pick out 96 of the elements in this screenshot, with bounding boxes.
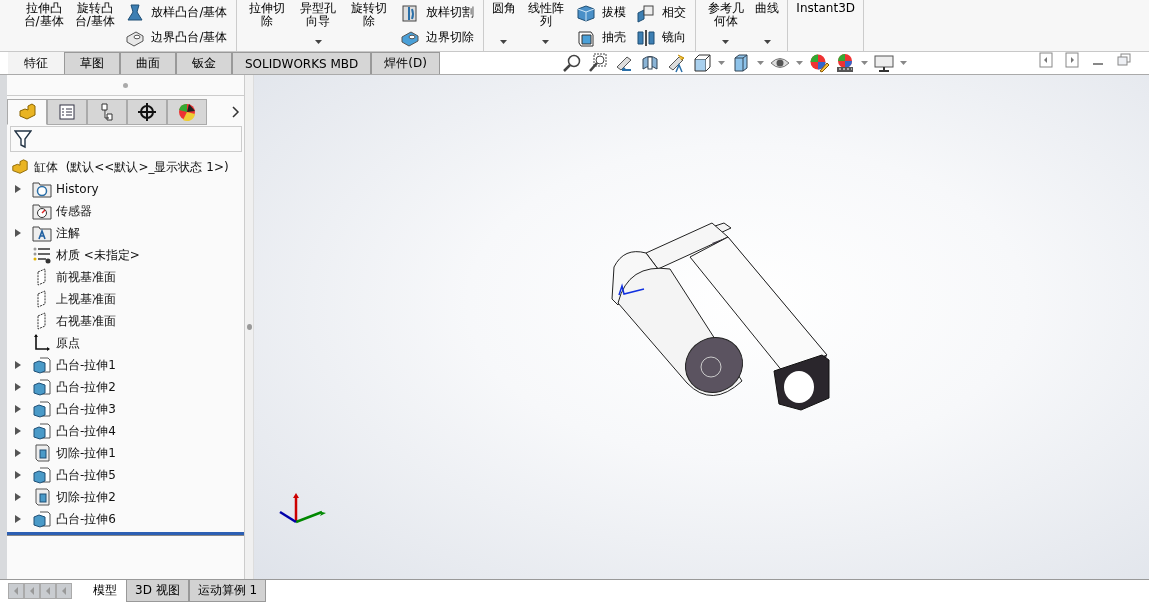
ribbon-button[interactable]: 抽壳 — [573, 25, 630, 50]
grip-handle[interactable] — [123, 82, 128, 88]
expand-arrow-icon[interactable] — [15, 185, 21, 193]
ribbon-button[interactable]: 相交 — [633, 0, 690, 25]
tab[interactable]: 运动算例 1 — [188, 580, 267, 602]
panel-icon — [17, 101, 37, 122]
cube-icon — [32, 421, 52, 441]
cube-icon — [32, 377, 52, 397]
cut-icon — [32, 487, 52, 507]
tree-item[interactable]: 注解 — [56, 224, 80, 242]
tab[interactable]: 特征 — [8, 52, 64, 74]
folder-gauge-icon — [32, 201, 52, 221]
caret-icon[interactable] — [860, 61, 868, 65]
tree-item[interactable]: 前视基准面 — [56, 268, 116, 286]
expand-arrow-icon[interactable] — [15, 471, 21, 479]
tab[interactable]: 钣金 — [176, 52, 232, 74]
filter-icon — [14, 129, 32, 149]
expand-arrow-icon[interactable] — [15, 449, 21, 457]
ribbon-button[interactable]: 旋转凸台/基体 — [71, 0, 119, 50]
cut-icon — [32, 443, 52, 463]
ribbon-button[interactable]: 拔模 — [573, 0, 630, 25]
ribbon-button[interactable]: 拉伸凸台/基体 — [20, 0, 68, 50]
scene-icon[interactable] — [834, 53, 855, 73]
expand-arrow-icon[interactable] — [15, 405, 21, 413]
ribbon-button[interactable]: 曲线 — [753, 0, 782, 50]
ribbon-button[interactable]: 放样凸台/基体 — [122, 0, 231, 25]
caret-icon[interactable] — [795, 61, 803, 65]
crosshair-icon — [137, 101, 157, 122]
feature-icon — [400, 2, 420, 23]
tree-item[interactable]: 凸台-拉伸5 — [56, 466, 116, 484]
folder-clock-icon — [32, 179, 52, 199]
caret-icon[interactable] — [717, 61, 725, 65]
dock-right-icon[interactable] — [1065, 52, 1079, 68]
ribbon-button[interactable]: 异型孔向导 — [294, 0, 342, 50]
color-wheel-icon — [177, 101, 197, 122]
tree-item[interactable]: 凸台-拉伸2 — [56, 378, 116, 396]
expand-arrow-icon[interactable] — [15, 493, 21, 501]
expand-arrow-icon[interactable] — [15, 383, 21, 391]
feature-icon — [576, 2, 597, 23]
mirror-icon — [636, 27, 657, 48]
tab[interactable]: 焊件(D) — [371, 52, 440, 74]
tab[interactable]: 曲面 — [120, 52, 176, 74]
part-name[interactable]: 缸体 (默认<<默认>_显示状态 1>) — [34, 158, 229, 176]
ribbon-button[interactable]: 边界凸台/基体 — [122, 25, 231, 50]
cube-icon — [32, 399, 52, 419]
zoom-area-icon[interactable] — [587, 53, 608, 73]
splitter-handle[interactable] — [246, 324, 252, 330]
expand-arrow-icon[interactable] — [15, 361, 21, 369]
caret-icon[interactable] — [899, 61, 907, 65]
appearance-icon[interactable] — [808, 53, 829, 73]
tree-item[interactable]: 切除-拉伸1 — [56, 444, 116, 462]
chevron-right-icon[interactable] — [232, 105, 240, 118]
expand-arrow-icon[interactable] — [15, 427, 21, 435]
tree-item[interactable]: 凸台-拉伸6 — [56, 510, 116, 528]
tab[interactable]: 3D 视图 — [126, 580, 189, 602]
tree-item[interactable]: 原点 — [56, 334, 80, 352]
tab[interactable]: SOLIDWORKS MBD — [232, 52, 372, 74]
panel-tab[interactable] — [167, 98, 207, 125]
folder-letter-icon — [32, 223, 52, 243]
section-view-icon[interactable] — [639, 53, 660, 73]
origin-icon — [32, 333, 52, 353]
feature-icon — [125, 2, 146, 23]
ribbon-button[interactable]: 放样切割 — [397, 0, 477, 25]
tree-item[interactable]: 凸台-拉伸1 — [56, 356, 116, 374]
ribbon-button[interactable]: 线性阵列 — [522, 0, 570, 50]
tree-item[interactable]: 右视基准面 — [56, 312, 116, 330]
expand-arrow-icon[interactable] — [15, 515, 21, 523]
panel-icon — [57, 101, 77, 122]
tree-item[interactable]: 凸台-拉伸4 — [56, 422, 116, 440]
tree-item[interactable]: History — [56, 182, 99, 196]
zoom-icon[interactable] — [561, 53, 582, 73]
cube-icon — [32, 355, 52, 375]
cube-icon — [32, 509, 52, 529]
ribbon-button[interactable]: 边界切除 — [397, 25, 477, 50]
ribbon-button[interactable]: 拉伸切除 — [243, 0, 291, 50]
ribbon-button[interactable]: 参考几何体 — [702, 0, 750, 50]
filter-field[interactable] — [10, 126, 242, 152]
tree-item[interactable]: 切除-拉伸2 — [56, 488, 116, 506]
dock-left-icon[interactable] — [1039, 52, 1053, 68]
tab[interactable]: 草图 — [64, 52, 120, 74]
ribbon-button[interactable]: 镜向 — [633, 25, 690, 50]
caret-icon[interactable] — [756, 61, 764, 65]
material-list-icon — [32, 245, 52, 265]
monitor-icon[interactable] — [873, 53, 894, 73]
ribbon-button[interactable]: 圆角 — [490, 0, 518, 50]
tree-item[interactable]: 上视基准面 — [56, 290, 116, 308]
cube-icon — [32, 465, 52, 485]
tree-item[interactable]: 材质 <未指定> — [56, 246, 140, 264]
ribbon-button[interactable]: 旋转切除 — [345, 0, 393, 50]
part-icon — [10, 158, 30, 176]
expand-arrow-icon[interactable] — [15, 229, 21, 237]
panel-tab[interactable] — [127, 98, 167, 125]
tree-item[interactable]: 凸台-拉伸3 — [56, 400, 116, 418]
ribbon-button[interactable]: Instant3D — [794, 0, 857, 50]
tree-item[interactable]: 传感器 — [56, 202, 92, 220]
cube-icon[interactable] — [691, 53, 712, 73]
